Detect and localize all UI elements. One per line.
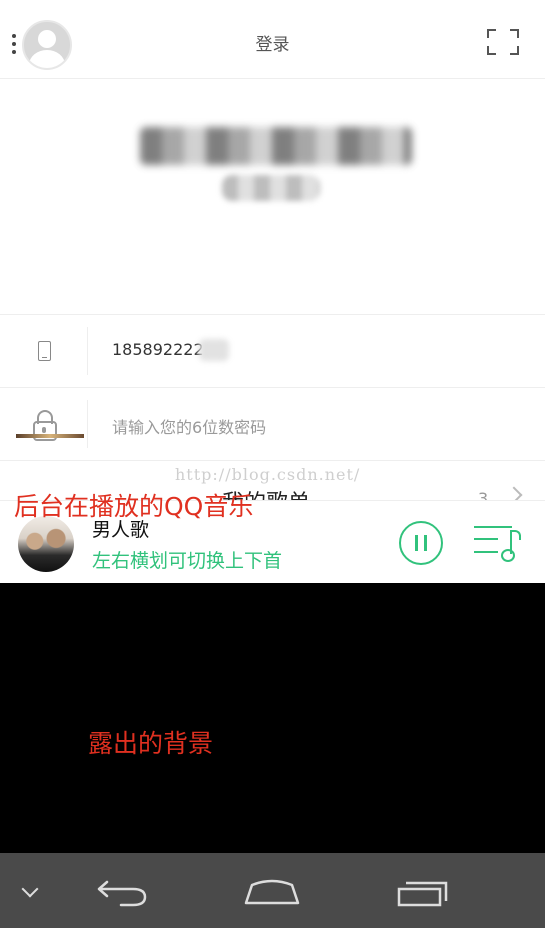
swipe-hint: 左右横划可切换上下首: [92, 550, 283, 572]
album-cover[interactable]: [18, 516, 74, 572]
phone-field[interactable]: 185892222: [112, 340, 204, 359]
login-form: 185892222 请输入您的6位数密码: [0, 314, 545, 461]
page-title: 登录: [255, 35, 290, 55]
blurred-phone-digits: [199, 339, 229, 361]
password-row[interactable]: 请输入您的6位数密码: [0, 388, 545, 461]
system-navbar: [0, 853, 545, 928]
chevron-down-icon[interactable]: [21, 880, 39, 898]
password-field[interactable]: 请输入您的6位数密码: [112, 414, 266, 438]
top-bar: 登录: [0, 0, 545, 79]
lock-underline: [16, 434, 84, 438]
recent-apps-icon[interactable]: [396, 877, 452, 909]
annotation-top: 后台在播放的QQ音乐: [14, 492, 254, 521]
back-icon[interactable]: [95, 876, 151, 908]
divider: [87, 327, 88, 375]
annotation-bottom: 露出的背景: [88, 729, 214, 758]
watermark: http://blog.csdn.net/: [175, 465, 361, 484]
fullscreen-icon[interactable]: [487, 29, 519, 55]
pause-icon[interactable]: [399, 521, 443, 565]
divider: [87, 400, 88, 448]
blurred-subtitle: [222, 175, 320, 201]
phone-row[interactable]: 185892222: [0, 315, 545, 388]
blurred-username: [140, 127, 412, 165]
home-icon[interactable]: [242, 875, 302, 907]
login-screen: 登录 185892222 请输入您的6位数密码 我的歌单 3 http://bl…: [0, 0, 545, 583]
phone-icon: [38, 341, 51, 361]
playlist-icon[interactable]: [474, 524, 522, 562]
